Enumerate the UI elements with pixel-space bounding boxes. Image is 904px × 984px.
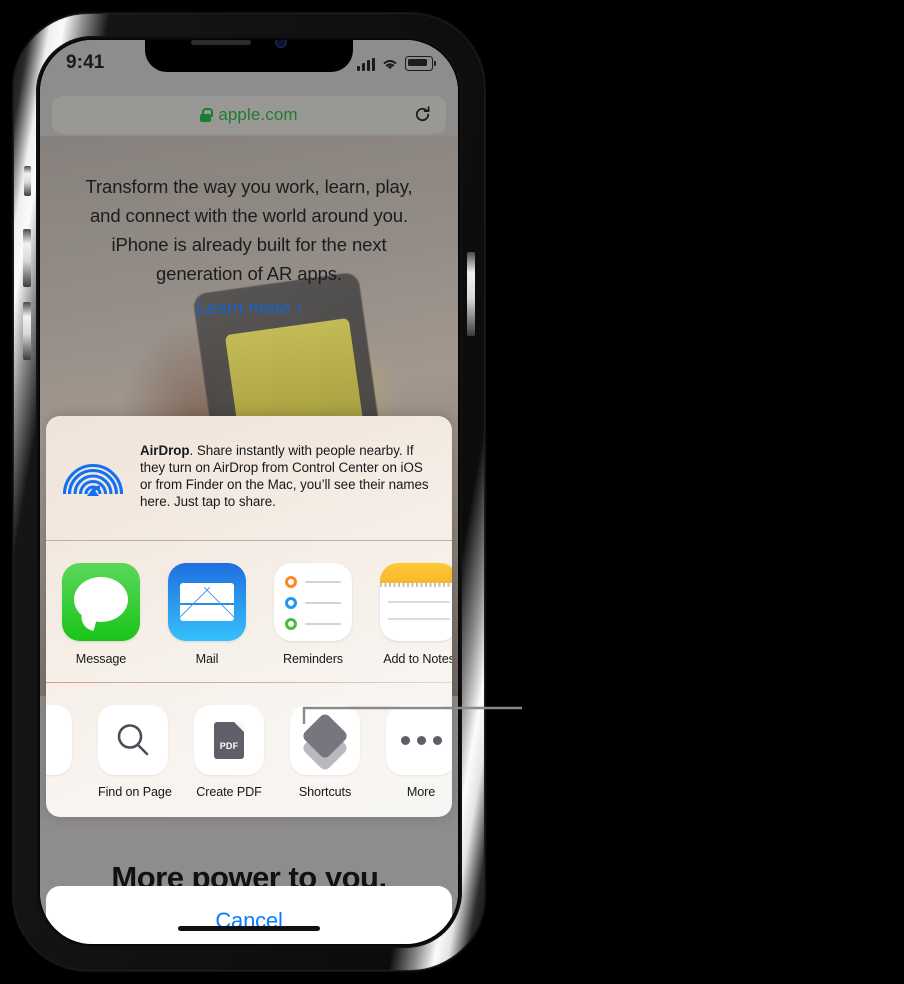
share-action-shortcuts[interactable]: Shortcuts (290, 705, 360, 799)
reload-icon[interactable] (413, 105, 432, 124)
status-bar: 9:41 (40, 40, 458, 88)
airdrop-icon (62, 464, 124, 496)
pdf-label: PDF (219, 740, 239, 751)
app-label: Mail (195, 652, 219, 666)
cellular-signal-icon (357, 58, 375, 71)
status-indicators (357, 53, 436, 71)
earpiece-speaker (191, 40, 251, 45)
learn-more-link[interactable]: Learn more › (76, 297, 422, 319)
volume-down-button[interactable] (23, 302, 31, 360)
url-group[interactable]: apple.com (200, 105, 298, 125)
partial-action-icon (46, 705, 72, 775)
share-action-partial[interactable]: te (46, 705, 72, 799)
airdrop-description: AirDrop. Share instantly with people nea… (140, 442, 434, 510)
share-action-more[interactable]: More (386, 705, 452, 799)
url-text: apple.com (218, 105, 298, 124)
action-label: Shortcuts (298, 785, 352, 799)
page-headline: Transform the way you work, learn, play,… (85, 176, 413, 284)
display-notch (145, 40, 353, 72)
front-camera-icon (275, 40, 287, 48)
share-apps-row[interactable]: Message Mail Reminders Add to Notes (46, 541, 452, 682)
magnifier-icon (117, 724, 149, 756)
share-app-message[interactable]: Message (62, 563, 140, 666)
share-sheet: AirDrop. Share instantly with people nea… (46, 416, 452, 817)
lock-icon (200, 108, 214, 122)
action-label: Create PDF (196, 785, 262, 799)
battery-icon (405, 56, 436, 71)
pdf-document-icon: PDF (214, 721, 244, 759)
cancel-button[interactable]: Cancel (46, 886, 452, 944)
messages-app-icon (62, 563, 140, 641)
silent-switch[interactable] (24, 166, 31, 196)
reminders-app-icon (274, 563, 352, 641)
shortcuts-icon-wrap (290, 705, 360, 775)
magnifier-icon-wrap (98, 705, 168, 775)
phone-device-frame: Transform the way you work, learn, play,… (14, 14, 484, 970)
ellipsis-icon-wrap (386, 705, 452, 775)
share-app-mail[interactable]: Mail (168, 563, 246, 666)
hero-copy-block: Transform the way you work, learn, play,… (40, 172, 458, 319)
share-action-create-pdf[interactable]: PDF Create PDF (194, 705, 264, 799)
mail-app-icon (168, 563, 246, 641)
airdrop-title: AirDrop (140, 443, 190, 458)
share-action-find-on-page[interactable]: Find on Page (98, 705, 172, 799)
notes-app-icon (380, 563, 452, 641)
pdf-document-icon-wrap: PDF (194, 705, 264, 775)
action-label: te (46, 785, 72, 799)
share-actions-row[interactable]: te Find on Page PDF (46, 683, 452, 817)
share-app-reminders[interactable]: Reminders (274, 563, 352, 666)
app-label: Message (75, 652, 127, 666)
status-time: 9:41 (66, 52, 105, 73)
volume-up-button[interactable] (23, 229, 31, 287)
phone-screen: Transform the way you work, learn, play,… (40, 40, 458, 944)
address-bar[interactable]: apple.com (52, 96, 446, 134)
ellipsis-icon (400, 735, 442, 745)
share-app-notes[interactable]: Add to Notes (380, 563, 452, 666)
app-label: Add to Notes (383, 652, 452, 666)
power-button[interactable] (467, 252, 475, 336)
airdrop-panel[interactable]: AirDrop. Share instantly with people nea… (46, 416, 452, 540)
wifi-icon (383, 60, 397, 70)
action-label: More (406, 785, 436, 799)
action-label: Find on Page (98, 785, 172, 799)
home-indicator[interactable] (178, 926, 320, 931)
app-label: Reminders (283, 652, 343, 666)
